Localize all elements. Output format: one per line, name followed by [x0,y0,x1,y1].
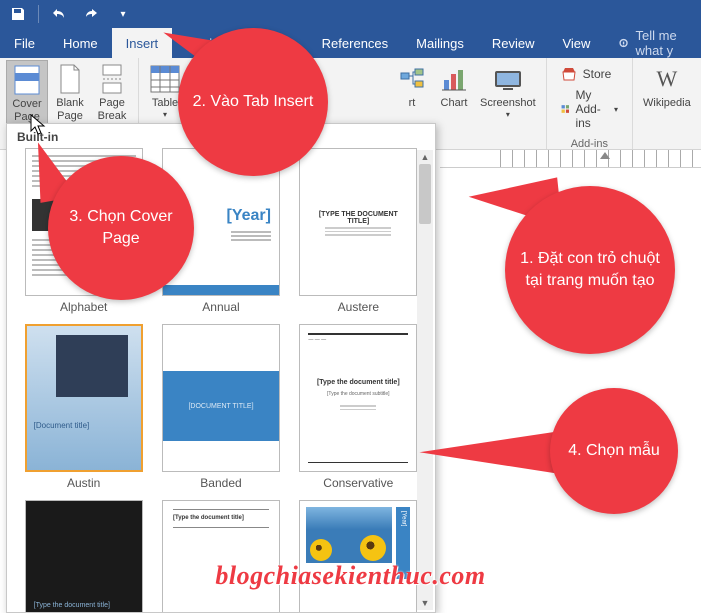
scroll-up-icon[interactable]: ▲ [417,150,433,164]
save-icon[interactable] [6,2,30,26]
horizontal-ruler [440,150,701,168]
tab-references[interactable]: References [308,28,402,58]
menu-bar: File Home Insert Design Layout Reference… [0,28,701,58]
callout-4-tail [419,430,572,486]
screenshot-button[interactable]: Screenshot ▾ [476,60,540,149]
ribbon-group-wikipedia: W Wikipedia [633,58,701,149]
gallery-scrollbar[interactable]: ▲ ▼ [417,150,433,610]
tab-review[interactable]: Review [478,28,549,58]
table-icon [149,63,181,95]
chart-button[interactable]: Chart [434,60,474,149]
screenshot-icon [492,63,524,95]
smartart-icon [396,63,428,95]
addins-icon [561,101,570,117]
mouse-cursor-icon [30,114,48,136]
callout-1: 1. Đặt con trỏ chuột tại trang muốn tạo [505,186,675,354]
store-button[interactable]: Store [557,64,622,84]
separator [38,5,39,23]
gallery-item-banded[interactable]: [DOCUMENT TITLE] Banded [154,324,287,496]
store-icon [561,66,577,82]
tell-me-label: Tell me what y [636,28,701,58]
watermark-text: blogchiasekienthuc.com [0,561,701,591]
callout-2: 2. Vào Tab Insert [178,28,328,176]
gallery-item-row3-c[interactable]: [Year] [292,500,425,613]
scroll-down-icon[interactable]: ▼ [417,596,433,610]
gallery-item-row3-a[interactable]: [Type the document title] [17,500,150,613]
ribbon-group-addins: Store My Add-ins ▾ Add-ins [547,58,633,149]
gallery-item-row3-b[interactable]: [Type the document title] [154,500,287,613]
gallery-item-conservative[interactable]: — — — [Type the document title] [Type th… [292,324,425,496]
redo-icon[interactable] [79,2,103,26]
wikipedia-button[interactable]: W Wikipedia [639,60,695,149]
cover-page-icon [11,64,43,96]
tab-file[interactable]: File [0,28,49,58]
tab-view[interactable]: View [548,28,604,58]
wikipedia-icon: W [651,63,683,95]
tab-mailings[interactable]: Mailings [402,28,478,58]
blank-page-icon [54,63,86,95]
scrollbar-thumb[interactable] [419,164,431,224]
callout-3: 3. Chọn Cover Page [48,156,194,300]
page-break-icon [96,63,128,95]
callout-4: 4. Chọn mẫu [550,388,678,514]
gallery-item-austere[interactable]: [TYPE THE DOCUMENT TITLE] Austere [292,148,425,320]
tell-me[interactable]: Tell me what y [604,28,701,58]
indent-marker-icon[interactable] [600,152,610,159]
title-bar: ▾ [0,0,701,28]
chart-icon [438,63,470,95]
tab-home[interactable]: Home [49,28,112,58]
qat-customize-icon[interactable]: ▾ [111,2,135,26]
gallery-item-austin[interactable]: [Document title] Austin [17,324,150,496]
my-addins-button[interactable]: My Add-ins ▾ [557,86,622,132]
undo-icon[interactable] [47,2,71,26]
